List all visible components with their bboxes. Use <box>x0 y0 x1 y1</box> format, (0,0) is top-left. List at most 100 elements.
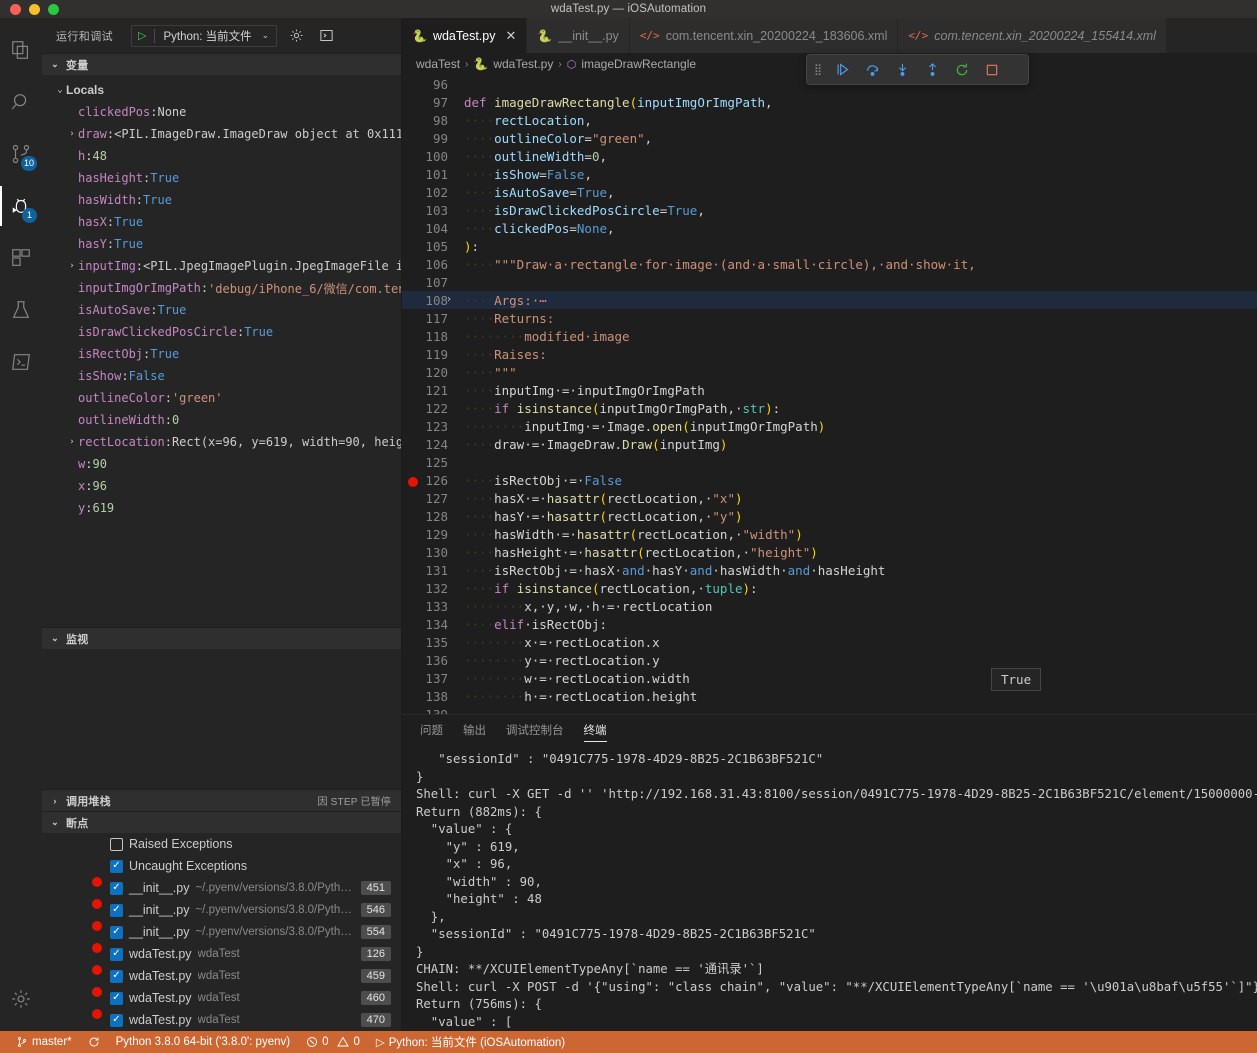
variables-list[interactable]: ⌄ Locals clickedPos: None › draw: <PIL.Ima… <box>42 75 401 627</box>
editor-tabs[interactable]: 🐍 wdaTest.py ✕ 🐍 __init__.py </> com.tencent.x… <box>402 18 1257 53</box>
line-number-gutter[interactable]: 103 <box>402 203 460 218</box>
editor-tab[interactable]: 🐍 wdaTest.py ✕ <box>402 18 528 53</box>
launch-config-dropdown[interactable]: ▷ Python: 当前文件 ⌄ <box>131 24 278 47</box>
panel-tab[interactable]: 调试控制台 <box>506 715 564 745</box>
line-number-gutter[interactable]: 127 <box>402 491 460 506</box>
continue-button[interactable] <box>828 58 856 82</box>
step-out-button[interactable] <box>918 58 946 82</box>
activity-item-manage[interactable] <box>0 973 42 1025</box>
panel-tab[interactable]: 输出 <box>463 715 486 745</box>
code-line[interactable]: 129 ····hasWidth·=·hasattr(rectLocation,·… <box>402 525 1257 543</box>
line-number-gutter[interactable]: 121 <box>402 383 460 398</box>
line-number-gutter[interactable]: 135 <box>402 635 460 650</box>
line-number-gutter[interactable]: 105 <box>402 239 460 254</box>
variable-row[interactable]: h: 48 <box>42 145 401 167</box>
variable-row[interactable]: clickedPos: None <box>42 101 401 123</box>
line-number-gutter[interactable]: 107 <box>402 275 460 290</box>
breakpoint-row[interactable]: ✓ __init__.py ~/.pyenv/versions/3.8.0/Pyth… <box>42 899 401 921</box>
line-number-gutter[interactable]: 126 <box>402 473 460 488</box>
chevron-right-icon[interactable]: › <box>446 294 452 305</box>
line-number-gutter[interactable]: 106 <box>402 257 460 272</box>
code-line[interactable]: 133 ········x,·y,·w,·h·=·rectLocation <box>402 597 1257 615</box>
breakpoint-row[interactable]: Raised Exceptions <box>42 833 401 855</box>
breakpoint-row[interactable]: ✓ wdaTest.py wdaTest 470 <box>42 1009 401 1031</box>
code-line[interactable]: 135 ········x·=·rectLocation.x <box>402 633 1257 651</box>
editor-tab[interactable]: </> com.tencent.xin_20200224_183606.xml <box>629 18 899 53</box>
line-number-gutter[interactable]: 101 <box>402 167 460 182</box>
chevron-right-icon[interactable]: › <box>66 437 78 447</box>
code-line[interactable]: 101 ····isShow=False, <box>402 165 1257 183</box>
line-number-gutter[interactable]: 118 <box>402 329 460 344</box>
breakpoint-checkbox[interactable]: ✓ <box>110 925 123 939</box>
panel-tabs[interactable]: 问题 输出 调试控制台 终端 <box>402 715 1257 745</box>
line-number-gutter[interactable]: 108 › <box>402 293 460 308</box>
status-branch[interactable]: master* <box>8 1031 80 1053</box>
step-over-button[interactable] <box>858 58 886 82</box>
breakpoints-list[interactable]: Raised Exceptions ✓ Uncaught Exceptions ✓ __… <box>42 833 401 1031</box>
code-line[interactable]: 121 ····inputImg·=·inputImgOrImgPath <box>402 381 1257 399</box>
section-watch[interactable]: ⌄ 监视 <box>42 627 401 649</box>
breadcrumb-file[interactable]: wdaTest.py <box>493 57 553 71</box>
code-line[interactable]: 122 ····if isinstance(inputImgOrImgPath,·… <box>402 399 1257 417</box>
variable-scope-row[interactable]: ⌄ Locals <box>42 79 401 101</box>
activity-item-explorer[interactable] <box>0 24 42 76</box>
line-number-gutter[interactable]: 96 <box>402 77 460 92</box>
open-launch-json-gear-icon[interactable] <box>285 25 307 47</box>
panel-tab[interactable]: 终端 <box>583 715 607 745</box>
code-line[interactable]: 136 ········y·=·rectLocation.y <box>402 651 1257 669</box>
activity-item-search[interactable] <box>0 76 42 128</box>
debug-toolbar[interactable]: ⣿ <box>806 54 1029 85</box>
code-line[interactable]: 126 ····isRectObj·=·False <box>402 471 1257 489</box>
breakpoint-checkbox[interactable]: ✓ <box>110 859 123 873</box>
variable-row[interactable]: › rectLocation: Rect(x=96, y=619, width=9… <box>42 431 401 453</box>
line-number-gutter[interactable]: 123 <box>402 419 460 434</box>
code-line[interactable]: 124 ····draw·=·ImageDraw.Draw(inputImg) <box>402 435 1257 453</box>
line-number-gutter[interactable]: 125 <box>402 455 460 470</box>
status-run-config[interactable]: ▷ Python: 当前文件 (iOSAutomation) <box>368 1031 573 1053</box>
line-number-gutter[interactable]: 117 <box>402 311 460 326</box>
breakpoint-checkbox[interactable]: ✓ <box>110 881 123 895</box>
section-variables[interactable]: ⌄ 变量 <box>42 53 401 75</box>
code-line[interactable]: 97 def imageDrawRectangle(inputImgOrImgPa… <box>402 93 1257 111</box>
variable-row[interactable]: hasWidth: True <box>42 189 401 211</box>
breadcrumb-symbol[interactable]: imageDrawRectangle <box>581 57 696 71</box>
status-interpreter[interactable]: Python 3.8.0 64-bit ('3.8.0': pyenv) <box>108 1031 298 1053</box>
line-number-gutter[interactable]: 122 <box>402 401 460 416</box>
variable-row[interactable]: outlineWidth: 0 <box>42 409 401 431</box>
editor-tab[interactable]: </> com.tencent.xin_20200224_155414.xml <box>898 18 1167 53</box>
terminal-output[interactable]: "sessionId" : "0491C775-1978-4D29-8B25-2… <box>402 745 1257 1031</box>
breakpoint-row[interactable]: ✓ wdaTest.py wdaTest 459 <box>42 965 401 987</box>
breakpoint-checkbox[interactable] <box>110 837 123 851</box>
line-number-gutter[interactable]: 139 <box>402 707 460 715</box>
code-line[interactable]: 138 ········h·=·rectLocation.height <box>402 687 1257 705</box>
breakpoint-checkbox[interactable]: ✓ <box>110 947 123 961</box>
breakpoint-dot-icon[interactable] <box>92 899 102 909</box>
breakpoint-dot-icon[interactable] <box>92 921 102 931</box>
stop-button[interactable] <box>978 58 1006 82</box>
code-line[interactable]: 100 ····outlineWidth=0, <box>402 147 1257 165</box>
panel-tab[interactable]: 问题 <box>420 715 443 745</box>
code-line[interactable]: 128 ····hasY·=·hasattr(rectLocation,·"y") <box>402 507 1257 525</box>
code-line[interactable]: 119 ····Raises: <box>402 345 1257 363</box>
activity-item-run-and-debug[interactable]: 1 <box>0 180 42 232</box>
breakpoint-dot-icon[interactable] <box>92 965 102 975</box>
code-line[interactable]: 134 ····elif·isRectObj: <box>402 615 1257 633</box>
line-number-gutter[interactable]: 119 <box>402 347 460 362</box>
chevron-down-icon[interactable]: ⌄ <box>260 30 275 41</box>
breakpoint-dot-icon[interactable] <box>92 877 102 887</box>
section-call-stack[interactable]: › 调用堆栈 因 STEP 已暂停 <box>42 789 401 811</box>
code-line[interactable]: 117 ····Returns: <box>402 309 1257 327</box>
line-number-gutter[interactable]: 104 <box>402 221 460 236</box>
line-number-gutter[interactable]: 100 <box>402 149 460 164</box>
variable-row[interactable]: hasHeight: True <box>42 167 401 189</box>
code-line[interactable]: 139 <box>402 705 1257 715</box>
breakpoint-row[interactable]: ✓ wdaTest.py wdaTest 126 <box>42 943 401 965</box>
line-number-gutter[interactable]: 129 <box>402 527 460 542</box>
breakpoint-dot-icon[interactable] <box>408 476 418 487</box>
breakpoint-dot-icon[interactable] <box>92 987 102 997</box>
line-number-gutter[interactable]: 138 <box>402 689 460 704</box>
line-number-gutter[interactable]: 98 <box>402 113 460 128</box>
activity-item-extensions[interactable] <box>0 232 42 284</box>
drag-handle-icon[interactable]: ⣿ <box>811 63 826 76</box>
code-line[interactable]: 118 ········modified·image <box>402 327 1257 345</box>
